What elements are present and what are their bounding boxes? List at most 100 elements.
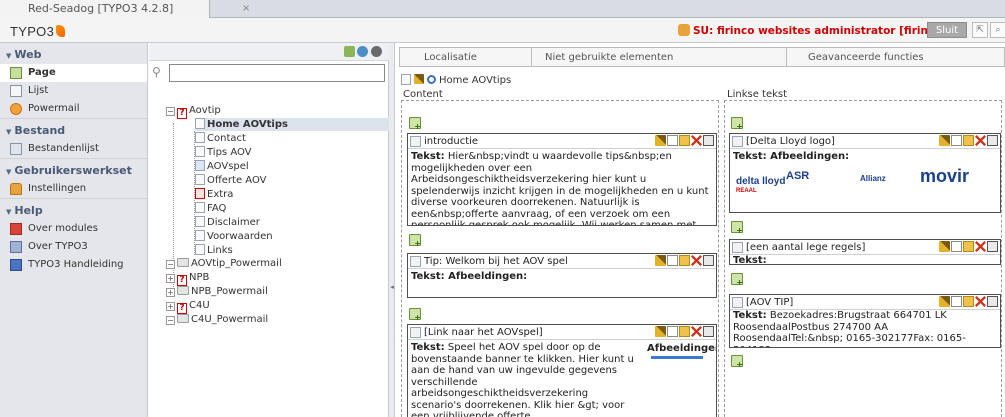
tree-node-home[interactable]: Home AOVtips [195, 118, 389, 131]
new-content-icon[interactable] [409, 308, 421, 322]
tree-node-aovtip-powermail[interactable]: − AOVtip_Powermail [166, 258, 282, 271]
sluit-button[interactable]: Sluit [927, 22, 967, 38]
tree-splitter[interactable]: ◂ [389, 43, 395, 417]
tree-node-faq[interactable]: FAQ [195, 202, 226, 215]
content-element-delta-lloyd[interactable]: [Delta Lloyd logo] Tekst: Afbeeldingen: … [729, 133, 1001, 213]
tree-filter-input[interactable] [169, 64, 385, 82]
edit-icon[interactable] [655, 255, 666, 266]
tab-close-icon[interactable]: × [242, 3, 250, 14]
content-element-aov-tip[interactable]: [AOV TIP] Tekst: Bezoekadres:Brugstraat … [729, 294, 1001, 348]
move-icon[interactable] [963, 241, 974, 252]
edit-icon[interactable] [939, 241, 950, 252]
hide-icon[interactable] [667, 255, 678, 266]
new-content-icon[interactable] [731, 273, 743, 287]
expand-icon[interactable]: + [166, 288, 175, 297]
tree-node-aovspel[interactable]: AOVspel [195, 160, 249, 173]
edit-pencil-icon[interactable] [414, 74, 424, 84]
tree-node-disclaimer[interactable]: Disclaimer [195, 216, 260, 229]
collapse-icon[interactable]: − [166, 316, 175, 325]
tab-localisatie[interactable]: Localisatie [400, 48, 532, 66]
text-icon [410, 256, 421, 267]
tree-toolbar [149, 43, 389, 61]
menu-item-label: Over TYPO3 [28, 241, 88, 252]
delete-icon[interactable] [691, 135, 702, 146]
tab-niet-gebruikte[interactable]: Niet gebruikte elementen [532, 48, 787, 66]
new-content-icon[interactable] [409, 117, 421, 131]
collapse-icon[interactable]: − [166, 107, 175, 116]
refresh-icon[interactable] [357, 46, 368, 57]
menu-item-page[interactable]: Page [0, 64, 147, 82]
tree-node-links[interactable]: Links [195, 244, 233, 257]
menu-item-lijst[interactable]: Lijst [0, 82, 147, 100]
new-content-icon[interactable] [731, 117, 743, 131]
delete-icon[interactable] [975, 241, 986, 252]
new-page-icon[interactable] [344, 46, 355, 57]
move-icon[interactable] [679, 326, 690, 337]
trash-icon[interactable] [987, 135, 998, 146]
toolbar-popout-icon[interactable]: ⇱ [972, 22, 988, 38]
content-element-introductie[interactable]: introductie Tekst: Hier&nbsp;vindt u waa… [407, 133, 717, 226]
trash-icon[interactable] [987, 296, 998, 307]
tab-geavanceerde[interactable]: Geavanceerde functies [787, 48, 1005, 66]
menu-item-handleiding[interactable]: TYPO3 Handleiding [0, 256, 147, 274]
edit-icon[interactable] [655, 135, 666, 146]
menu-section-help[interactable]: ▼ Help [0, 198, 147, 220]
trash-icon[interactable] [987, 241, 998, 252]
menu-item-over-typo3[interactable]: Over TYPO3 [0, 238, 147, 256]
logo-text: TYPO3 [10, 24, 55, 39]
edit-icon[interactable] [655, 326, 666, 337]
tree-node-voorwaarden[interactable]: Voorwaarden [195, 230, 273, 243]
new-content-icon[interactable] [409, 234, 421, 248]
move-icon[interactable] [963, 135, 974, 146]
delete-icon[interactable] [975, 135, 986, 146]
delete-icon[interactable] [691, 326, 702, 337]
move-icon[interactable] [963, 296, 974, 307]
tree-node-aovtip[interactable]: −? Aovtip [166, 105, 221, 119]
tree-node-c4u[interactable]: +? C4U [166, 300, 210, 314]
menu-item-label: Bestandenlijst [28, 143, 99, 154]
menu-section-gebruikerswerkset[interactable]: ▼ Gebruikerswerkset [0, 158, 147, 180]
tree-node-offerte[interactable]: Offerte AOV [195, 174, 266, 187]
collapse-arrow-icon[interactable]: ◂ [389, 283, 395, 291]
tree-node-contact[interactable]: Contact [195, 132, 246, 145]
tree-node-tips[interactable]: Tips AOV [195, 146, 252, 159]
new-content-icon[interactable] [731, 221, 743, 235]
menu-section-bestand[interactable]: ▼ Bestand [0, 118, 147, 140]
menu-section-web[interactable]: ▼ Web [0, 43, 147, 64]
view-magnifier-icon[interactable] [427, 75, 436, 84]
move-icon[interactable] [679, 255, 690, 266]
move-icon[interactable] [679, 135, 690, 146]
delete-icon[interactable] [975, 296, 986, 307]
trash-icon[interactable] [703, 255, 714, 266]
content-element-link[interactable]: [Link naar het AOVspel] Tekst: Speel het… [407, 324, 717, 417]
browser-tab[interactable]: Red-Seadog [TYPO3 4.2.8] [0, 0, 210, 18]
body-text: Hier&nbsp;vindt u waardevolle tips&nbsp;… [411, 151, 709, 226]
tree-node-npb-powermail[interactable]: + NPB_Powermail [166, 286, 268, 299]
trash-icon[interactable] [703, 326, 714, 337]
menu-item-over-modules[interactable]: Over modules [0, 220, 147, 238]
menu-item-powermail[interactable]: Powermail [0, 100, 147, 118]
hide-icon[interactable] [667, 135, 678, 146]
hide-icon[interactable] [667, 326, 678, 337]
hide-icon[interactable] [951, 296, 962, 307]
content-element-tip[interactable]: Tip: Welkom bij het AOV spel Tekst: Afbe… [407, 253, 717, 298]
menu-item-bestandenlijst[interactable]: Bestandenlijst [0, 140, 147, 158]
edit-icon[interactable] [939, 296, 950, 307]
tree-node-c4u-powermail[interactable]: − C4U_Powermail [166, 314, 268, 327]
delete-icon[interactable] [691, 255, 702, 266]
new-content-icon[interactable] [731, 355, 743, 369]
tree-node-extra[interactable]: Extra [195, 188, 233, 201]
tree-node-npb[interactable]: +? NPB [166, 272, 209, 286]
collapse-icon[interactable]: − [166, 260, 175, 269]
toolbar-search-icon[interactable]: ⌕ [990, 22, 1005, 38]
expand-icon[interactable]: + [166, 302, 175, 311]
trash-icon[interactable] [703, 135, 714, 146]
filter-icon[interactable]: ⚲ [152, 65, 161, 79]
menu-item-instellingen[interactable]: Instellingen [0, 180, 147, 198]
content-element-lege-regels[interactable]: [een aantal lege regels] Tekst: [729, 239, 1001, 265]
help-icon[interactable] [371, 46, 382, 57]
hide-icon[interactable] [951, 135, 962, 146]
hide-icon[interactable] [951, 241, 962, 252]
edit-icon[interactable] [939, 135, 950, 146]
expand-icon[interactable]: + [166, 274, 175, 283]
